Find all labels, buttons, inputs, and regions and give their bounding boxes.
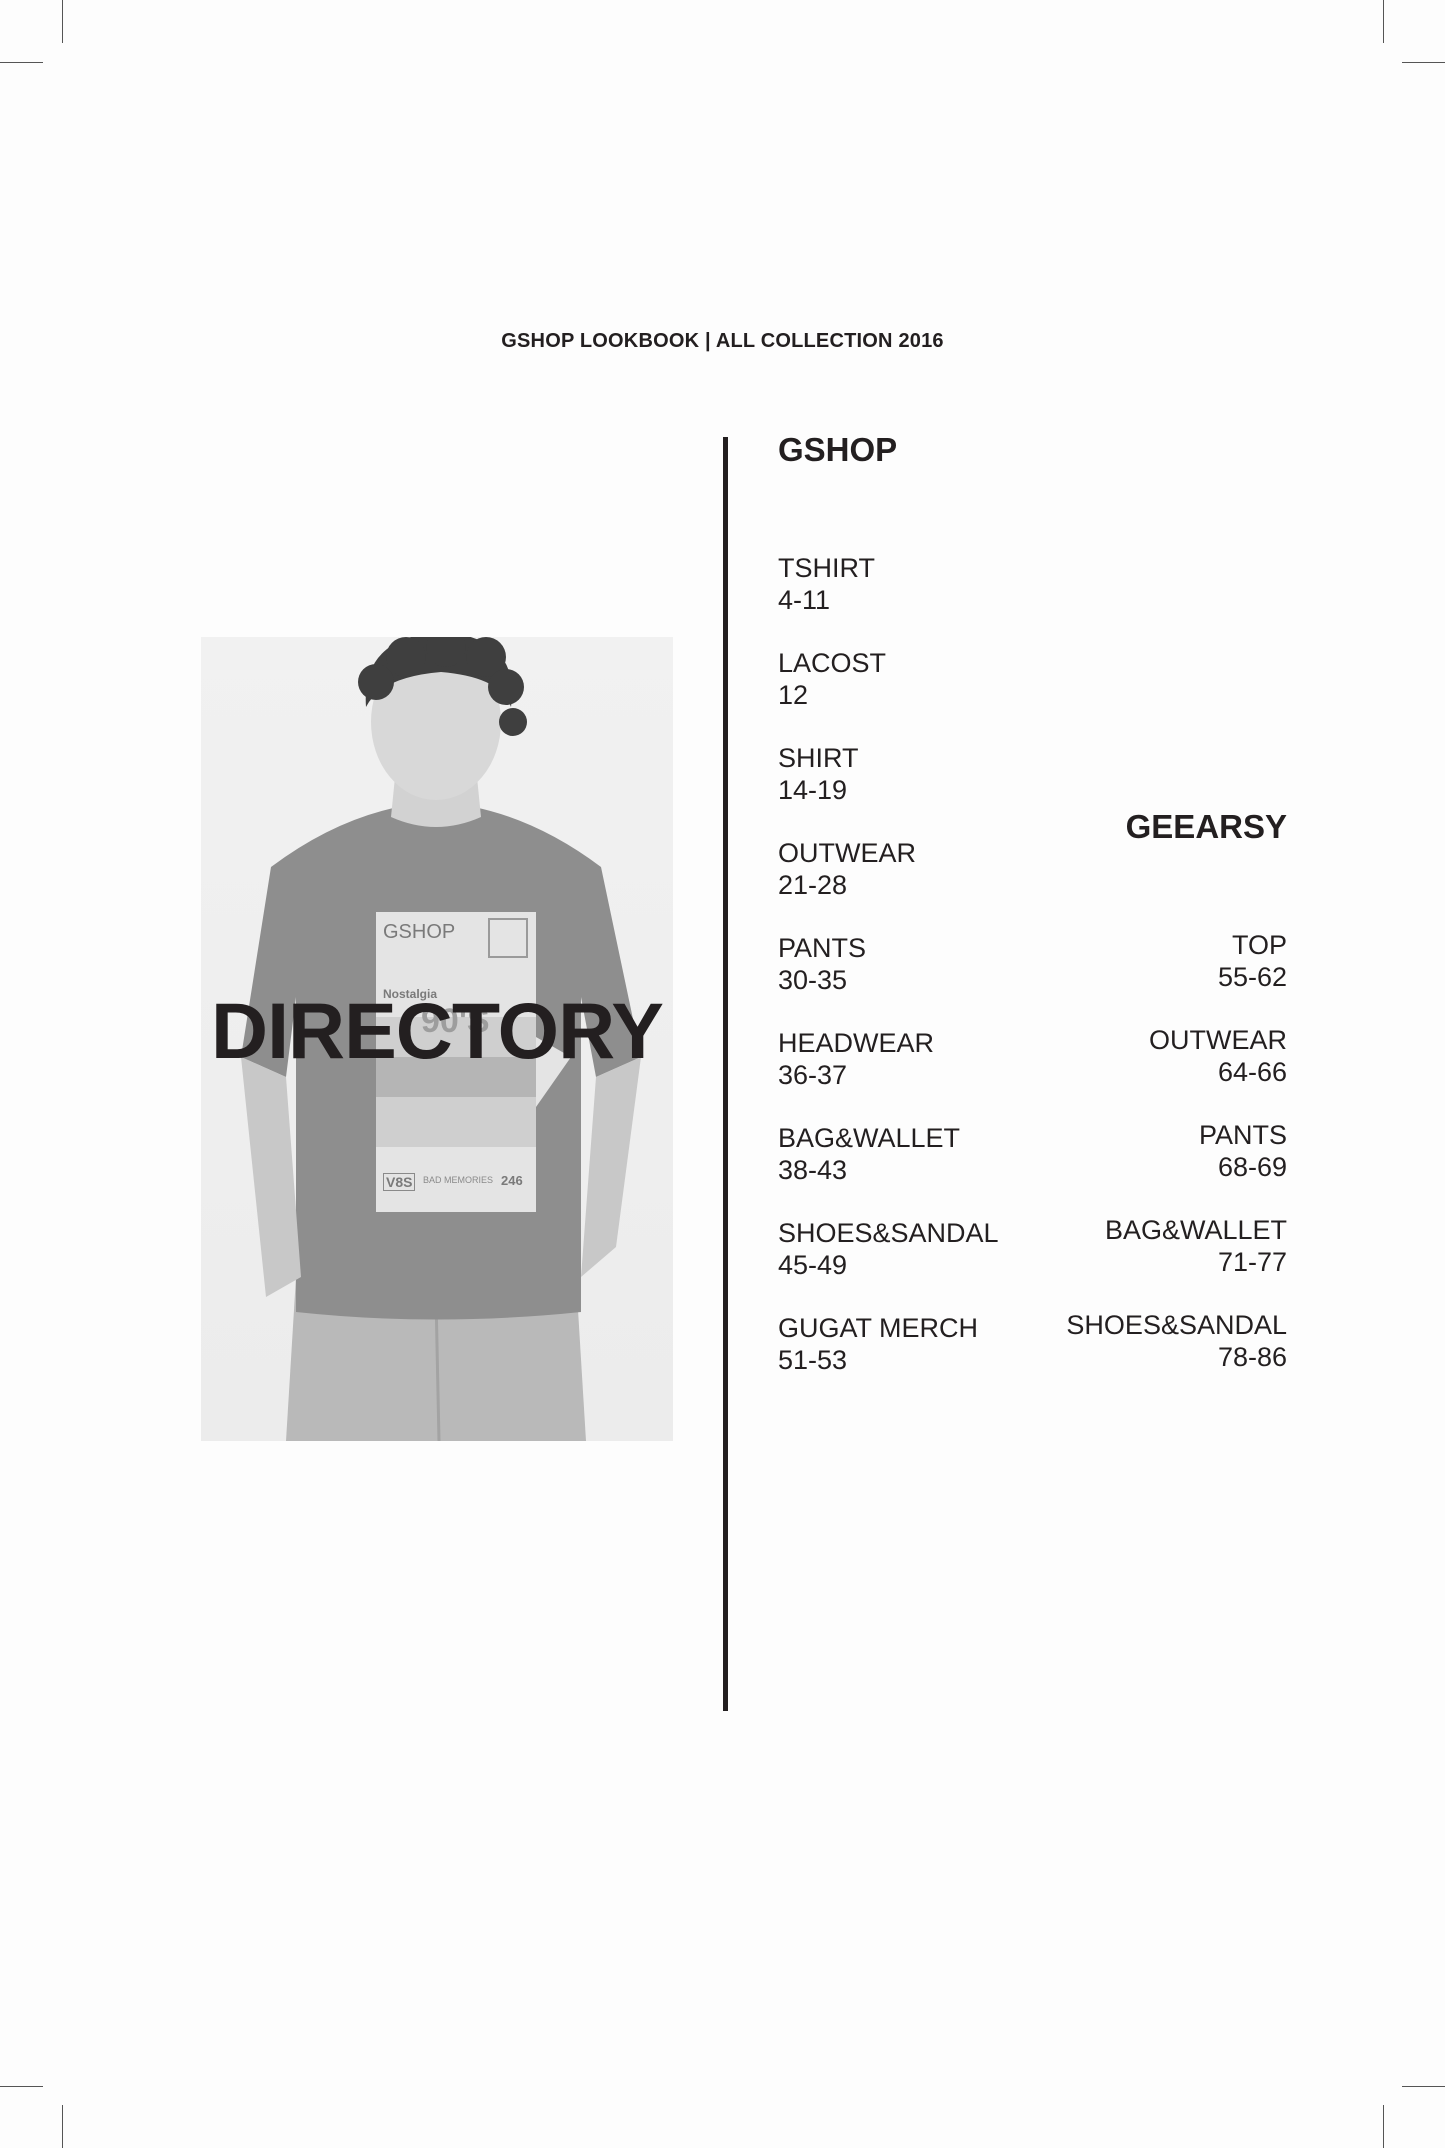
item-name: PANTS — [1198, 1120, 1287, 1150]
item-name: BAG&WALLET — [1104, 1215, 1287, 1245]
page-header: GSHOP LOOKBOOK | ALL COLLECTION 2016 — [501, 330, 944, 352]
item-pages: 71-77 — [1217, 1247, 1287, 1277]
item-pages: 12 — [778, 680, 809, 710]
item-name: OUTWEAR — [1149, 1025, 1287, 1055]
item-pages: 45-49 — [778, 1250, 848, 1280]
item-name: TSHIRT — [778, 553, 876, 583]
crop-mark — [0, 2086, 43, 2087]
list-item: BAG&WALLET 71-77 — [1066, 1214, 1287, 1309]
item-pages: 64-66 — [1217, 1057, 1287, 1087]
list-item: LACOST 12 — [778, 647, 999, 742]
item-name: GUGAT MERCH — [778, 1313, 979, 1343]
item-pages: 30-35 — [778, 965, 848, 995]
shirt-print-caption: BAD MEMORIES — [423, 1175, 494, 1185]
item-pages: 4-11 — [778, 585, 831, 615]
list-item: GUGAT MERCH 51-53 — [778, 1312, 999, 1407]
item-name: OUTWEAR — [778, 838, 916, 868]
crop-mark — [1402, 2086, 1445, 2087]
item-pages: 38-43 — [778, 1155, 848, 1185]
crop-mark — [62, 2105, 63, 2148]
item-name: LACOST — [778, 648, 887, 678]
gshop-title: GSHOP — [778, 431, 898, 468]
vertical-divider — [723, 437, 728, 1711]
list-item: OUTWEAR 64-66 — [1066, 1024, 1287, 1119]
item-name: SHOES&SANDAL — [1066, 1310, 1287, 1340]
item-pages: 51-53 — [778, 1345, 848, 1375]
item-pages: 14-19 — [778, 775, 848, 805]
gshop-directory-list: TSHIRT 4-11 LACOST 12 SHIRT 14-19 OUTWEA… — [778, 552, 999, 1407]
list-item: PANTS 68-69 — [1066, 1119, 1287, 1214]
item-name: SHOES&SANDAL — [778, 1218, 999, 1248]
list-item: SHOES&SANDAL 45-49 — [778, 1217, 999, 1312]
list-item: SHOES&SANDAL 78-86 — [1066, 1309, 1287, 1404]
item-pages: 36-37 — [778, 1060, 848, 1090]
shirt-print-number: 246 — [501, 1173, 523, 1188]
item-pages: 21-28 — [778, 870, 848, 900]
crop-mark — [1402, 62, 1445, 63]
directory-title: DIRECTORY — [211, 986, 664, 1075]
crop-mark — [62, 0, 63, 43]
list-item: SHIRT 14-19 — [778, 742, 999, 837]
list-item: TSHIRT 4-11 — [778, 552, 999, 647]
item-pages: 78-86 — [1217, 1342, 1287, 1372]
item-pages: 68-69 — [1217, 1152, 1287, 1182]
list-item: BAG&WALLET 38-43 — [778, 1122, 999, 1217]
geearsy-title: GEEARSY — [1125, 808, 1287, 845]
item-name: HEADWEAR — [778, 1028, 935, 1058]
item-name: BAG&WALLET — [778, 1123, 961, 1153]
item-name: SHIRT — [778, 743, 859, 773]
crop-mark — [0, 62, 43, 63]
list-item: HEADWEAR 36-37 — [778, 1027, 999, 1122]
geearsy-directory-list: TOP 55-62 OUTWEAR 64-66 PANTS 68-69 BAG&… — [1066, 929, 1287, 1404]
crop-mark — [1383, 0, 1384, 43]
list-item: TOP 55-62 — [1066, 929, 1287, 1024]
shirt-print-tag: V8S — [383, 1173, 416, 1191]
list-item: PANTS 30-35 — [778, 932, 999, 1027]
item-pages: 55-62 — [1217, 962, 1287, 992]
shirt-brand-text: GSHOP — [383, 921, 456, 943]
list-item: OUTWEAR 21-28 — [778, 837, 999, 932]
crop-mark — [1383, 2105, 1384, 2148]
item-name: TOP — [1231, 930, 1287, 960]
item-name: PANTS — [778, 933, 867, 963]
